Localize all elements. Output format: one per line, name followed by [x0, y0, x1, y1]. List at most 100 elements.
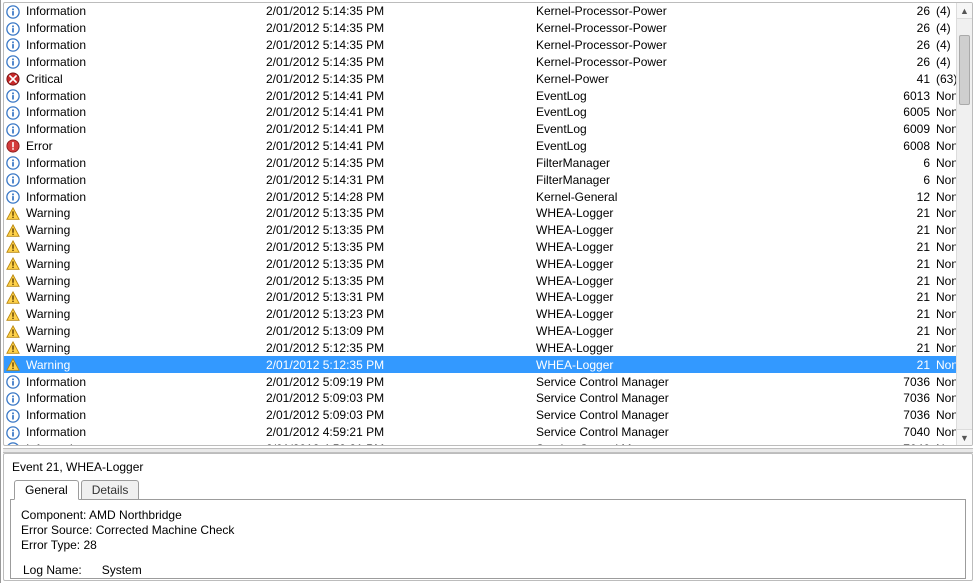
warning-icon: [4, 222, 24, 239]
vertical-scrollbar[interactable]: ▲ ▼: [956, 3, 972, 445]
cell-event-id: 26: [884, 53, 934, 70]
scroll-down-button[interactable]: ▼: [957, 429, 972, 445]
cell-date: 2/01/2012 5:09:03 PM: [264, 407, 534, 424]
detail-line: Error Source: Corrected Machine Check: [21, 523, 955, 538]
cell-source: WHEA-Logger: [534, 222, 884, 239]
cell-level: Information: [24, 20, 264, 37]
cell-event-id: 21: [884, 306, 934, 323]
cell-level: Warning: [24, 289, 264, 306]
table-row[interactable]: Information2/01/2012 5:14:35 PMKernel-Pr…: [4, 3, 972, 20]
scroll-up-button[interactable]: ▲: [957, 3, 972, 19]
info-icon: [4, 424, 24, 441]
table-row[interactable]: Information2/01/2012 5:14:41 PMEventLog6…: [4, 121, 972, 138]
table-row[interactable]: Critical2/01/2012 5:14:35 PMKernel-Power…: [4, 70, 972, 87]
cell-source: FilterManager: [534, 171, 884, 188]
warning-icon: [4, 205, 24, 222]
info-icon: [4, 20, 24, 37]
cell-date: 2/01/2012 5:13:35 PM: [264, 222, 534, 239]
tab-details[interactable]: Details: [81, 480, 140, 500]
cell-level: Information: [24, 188, 264, 205]
table-row[interactable]: Information2/01/2012 5:14:35 PMKernel-Pr…: [4, 53, 972, 70]
cell-level: Warning: [24, 239, 264, 256]
table-row[interactable]: Information2/01/2012 5:14:35 PMKernel-Pr…: [4, 37, 972, 54]
table-row[interactable]: Warning2/01/2012 5:12:35 PMWHEA-Logger21…: [4, 340, 972, 357]
cell-source: WHEA-Logger: [534, 205, 884, 222]
table-row[interactable]: Warning2/01/2012 5:13:35 PMWHEA-Logger21…: [4, 222, 972, 239]
cell-date: 2/01/2012 4:59:21 PM: [264, 424, 534, 441]
info-icon: [4, 171, 24, 188]
table-row[interactable]: Warning2/01/2012 5:13:35 PMWHEA-Logger21…: [4, 239, 972, 256]
critical-icon: [4, 70, 24, 87]
cell-source: Service Control Manager: [534, 424, 884, 441]
cell-source: Kernel-Processor-Power: [534, 20, 884, 37]
detail-line: Error Type: 28: [21, 538, 955, 553]
cell-date: 2/01/2012 5:14:28 PM: [264, 188, 534, 205]
cell-event-id: 21: [884, 255, 934, 272]
table-row[interactable]: Information2/01/2012 4:59:21 PMService C…: [4, 424, 972, 441]
scroll-thumb[interactable]: [959, 35, 970, 105]
cell-date: 2/01/2012 5:13:35 PM: [264, 255, 534, 272]
cell-date: 2/01/2012 5:13:23 PM: [264, 306, 534, 323]
table-row[interactable]: Information2/01/2012 5:09:19 PMService C…: [4, 373, 972, 390]
cell-date: 2/01/2012 5:13:35 PM: [264, 272, 534, 289]
cell-event-id: 7036: [884, 373, 934, 390]
cell-event-id: 6013: [884, 87, 934, 104]
table-row[interactable]: Warning2/01/2012 5:13:35 PMWHEA-Logger21…: [4, 205, 972, 222]
cell-date: 2/01/2012 5:13:09 PM: [264, 323, 534, 340]
tab-general[interactable]: General: [14, 480, 79, 500]
table-row[interactable]: Information2/01/2012 5:14:35 PMFilterMan…: [4, 154, 972, 171]
cell-date: 2/01/2012 5:09:03 PM: [264, 390, 534, 407]
table-row[interactable]: Information2/01/2012 5:14:41 PMEventLog6…: [4, 104, 972, 121]
table-row[interactable]: Warning2/01/2012 5:13:31 PMWHEA-Logger21…: [4, 289, 972, 306]
event-list-pane: Information2/01/2012 5:14:35 PMKernel-Pr…: [3, 2, 973, 446]
table-row[interactable]: Information2/01/2012 5:14:28 PMKernel-Ge…: [4, 188, 972, 205]
warning-icon: [4, 306, 24, 323]
table-row[interactable]: Information2/01/2012 5:14:35 PMKernel-Pr…: [4, 20, 972, 37]
cell-source: Service Control Manager: [534, 407, 884, 424]
cell-level: Information: [24, 171, 264, 188]
cell-event-id: 21: [884, 205, 934, 222]
table-row[interactable]: Information2/01/2012 5:14:41 PMEventLog6…: [4, 87, 972, 104]
info-icon: [4, 188, 24, 205]
cell-date: 2/01/2012 4:59:21 PM: [264, 441, 534, 446]
detail-properties: Log Name: System: [21, 561, 162, 579]
cell-source: Kernel-Processor-Power: [534, 37, 884, 54]
table-row[interactable]: Warning2/01/2012 5:12:35 PMWHEA-Logger21…: [4, 356, 972, 373]
cell-source: WHEA-Logger: [534, 239, 884, 256]
table-row[interactable]: Information2/01/2012 5:09:03 PMService C…: [4, 390, 972, 407]
cell-level: Error: [24, 138, 264, 155]
info-icon: [4, 121, 24, 138]
info-icon: [4, 3, 24, 20]
cell-date: 2/01/2012 5:09:19 PM: [264, 373, 534, 390]
cell-level: Information: [24, 104, 264, 121]
cell-event-id: 7036: [884, 407, 934, 424]
cell-level: Information: [24, 390, 264, 407]
cell-level: Information: [24, 154, 264, 171]
cell-event-id: 21: [884, 289, 934, 306]
event-viewer-window: Information2/01/2012 5:14:35 PMKernel-Pr…: [0, 0, 975, 583]
info-icon: [4, 87, 24, 104]
cell-source: WHEA-Logger: [534, 306, 884, 323]
cell-event-id: 26: [884, 37, 934, 54]
cell-source: WHEA-Logger: [534, 255, 884, 272]
warning-icon: [4, 255, 24, 272]
table-row[interactable]: Information2/01/2012 5:14:31 PMFilterMan…: [4, 171, 972, 188]
info-icon: [4, 407, 24, 424]
cell-event-id: 26: [884, 20, 934, 37]
table-row[interactable]: Warning2/01/2012 5:13:09 PMWHEA-Logger21…: [4, 323, 972, 340]
cell-level: Warning: [24, 323, 264, 340]
table-row[interactable]: Warning2/01/2012 5:13:35 PMWHEA-Logger21…: [4, 255, 972, 272]
event-table[interactable]: Information2/01/2012 5:14:35 PMKernel-Pr…: [4, 3, 972, 445]
table-row[interactable]: Information2/01/2012 4:59:21 PMService C…: [4, 441, 972, 446]
table-row[interactable]: Error2/01/2012 5:14:41 PMEventLog6008Non…: [4, 138, 972, 155]
cell-source: EventLog: [534, 138, 884, 155]
cell-source: Service Control Manager: [534, 441, 884, 446]
cell-level: Information: [24, 87, 264, 104]
cell-level: Warning: [24, 272, 264, 289]
cell-source: Service Control Manager: [534, 390, 884, 407]
table-row[interactable]: Warning2/01/2012 5:13:35 PMWHEA-Logger21…: [4, 272, 972, 289]
prop-label: Log Name:: [23, 563, 100, 577]
table-row[interactable]: Information2/01/2012 5:09:03 PMService C…: [4, 407, 972, 424]
table-row[interactable]: Warning2/01/2012 5:13:23 PMWHEA-Logger21…: [4, 306, 972, 323]
error-icon: [4, 138, 24, 155]
